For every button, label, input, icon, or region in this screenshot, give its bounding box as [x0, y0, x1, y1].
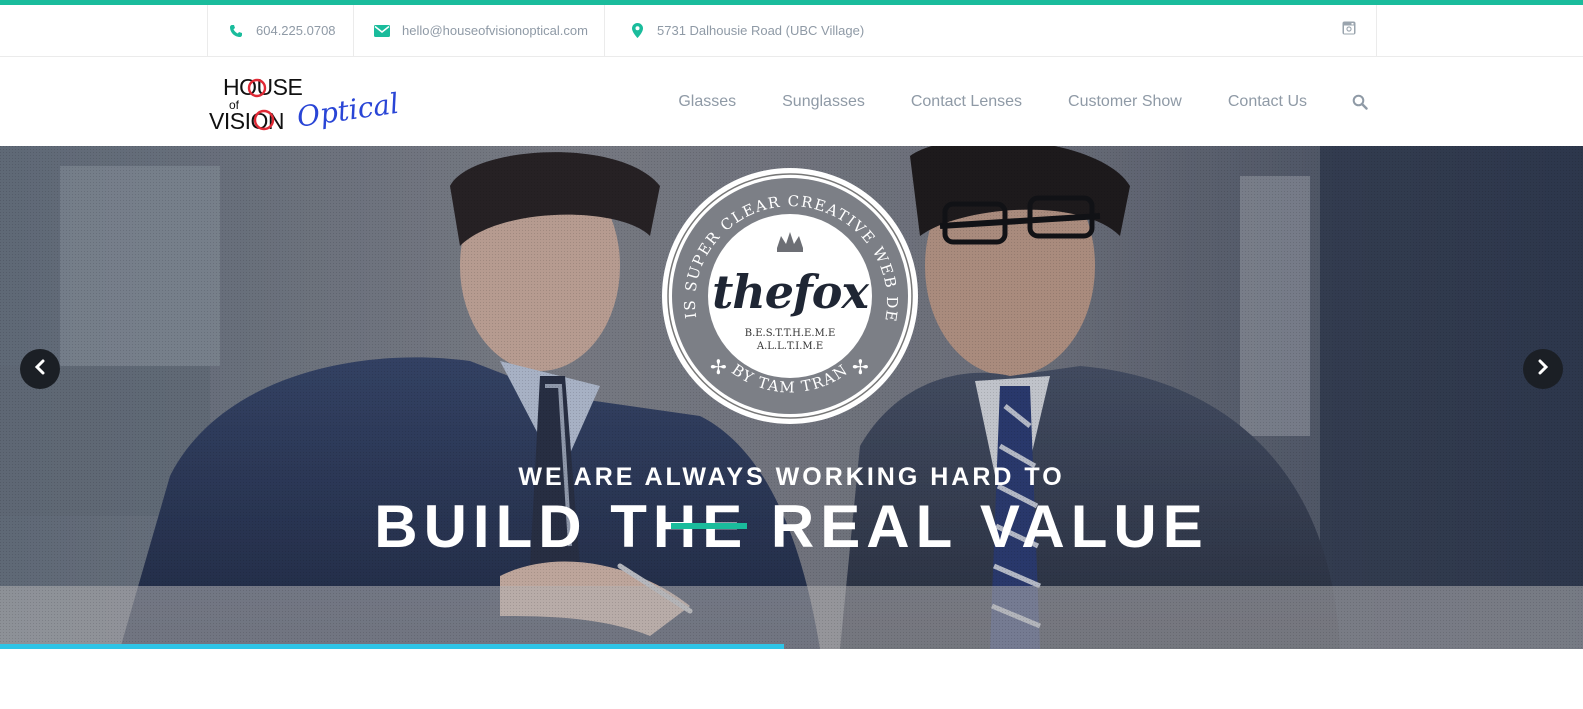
- envelope-icon: [374, 23, 390, 39]
- street-address: 5731 Dalhousie Road (UBC Village): [657, 23, 865, 38]
- search-icon[interactable]: [1352, 94, 1368, 110]
- topbar-divider: [353, 5, 354, 56]
- nav-contact-us[interactable]: Contact Us: [1228, 93, 1307, 111]
- address-contact[interactable]: 5731 Dalhousie Road (UBC Village): [629, 5, 864, 56]
- email-contact[interactable]: hello@houseofvisionoptical.com: [374, 5, 588, 56]
- nav-glasses[interactable]: Glasses: [678, 93, 736, 111]
- slider-prev-button[interactable]: [20, 349, 60, 389]
- badge-line1: B.E.S.T.T.H.E.M.E: [745, 328, 836, 339]
- fleur-left-icon: ✢: [710, 355, 727, 379]
- topbar-divider: [604, 5, 605, 56]
- main-navigation: Glasses Sunglasses Contact Lenses Custom…: [678, 57, 1368, 146]
- hero-title: BUILD THE REAL VALUE: [374, 493, 1209, 560]
- thefox-badge: THIS IS SUPER CLEAR CREATIVE WEB DESIGN …: [653, 152, 920, 426]
- hero-slider: THIS IS SUPER CLEAR CREATIVE WEB DESIGN …: [0, 146, 1583, 649]
- slider-next-button[interactable]: [1523, 349, 1563, 389]
- badge-line2: A.L.L.T.I.M.E: [756, 341, 823, 352]
- chevron-right-icon: [1536, 359, 1550, 380]
- hero-title-accent: [671, 523, 747, 529]
- top-contact-bar-inner: 604.225.0708 hello@houseofvisionoptical.…: [207, 5, 1377, 56]
- chevron-left-icon: [33, 359, 47, 380]
- email-address: hello@houseofvisionoptical.com: [402, 23, 588, 38]
- logo-script: Optical: [295, 87, 401, 133]
- badge-brand: thefox: [712, 265, 869, 319]
- slider-progress-fill: [0, 644, 784, 649]
- instagram-link[interactable]: [1342, 5, 1356, 56]
- phone-icon: [228, 23, 244, 39]
- fleur-right-icon: ✢: [852, 355, 869, 379]
- phone-contact[interactable]: 604.225.0708: [228, 5, 336, 56]
- logo-line1: HOUSE: [223, 74, 302, 100]
- hero-subtitle: WE ARE ALWAYS WORKING HARD TO: [518, 463, 1065, 491]
- nav-sunglasses[interactable]: Sunglasses: [782, 93, 865, 111]
- phone-number: 604.225.0708: [256, 23, 336, 38]
- top-contact-bar: 604.225.0708 hello@houseofvisionoptical.…: [0, 5, 1583, 57]
- nav-customer-show[interactable]: Customer Show: [1068, 93, 1182, 111]
- house-of-vision-logo[interactable]: HOUSE of VISION Optical: [209, 73, 409, 133]
- nav-contact-lenses[interactable]: Contact Lenses: [911, 93, 1022, 111]
- site-header: HOUSE of VISION Optical Glasses Sunglass…: [0, 57, 1583, 146]
- instagram-icon: [1342, 21, 1356, 40]
- map-marker-icon: [629, 23, 645, 39]
- slider-progress-track: [0, 644, 1583, 649]
